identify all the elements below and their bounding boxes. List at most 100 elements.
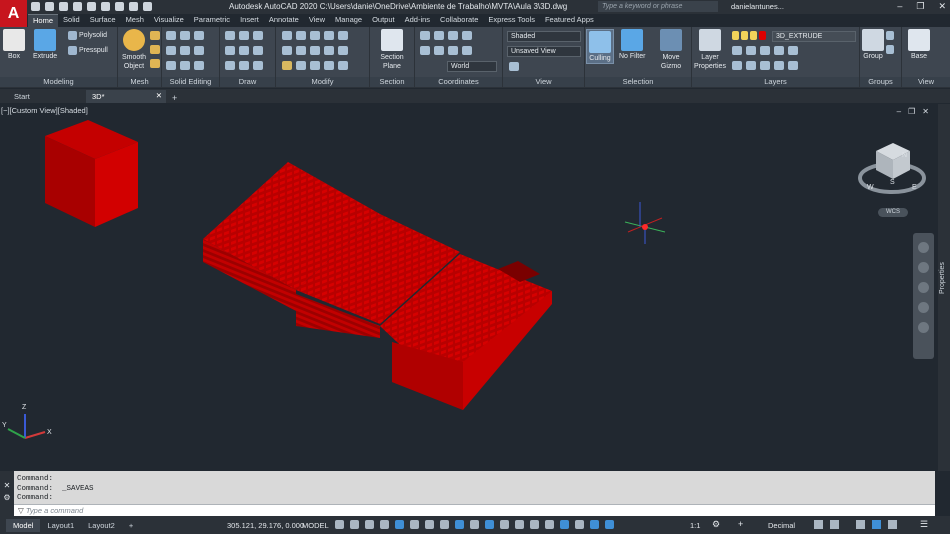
plot-icon[interactable] bbox=[115, 2, 124, 11]
polysolid-button[interactable]: Polysolid bbox=[68, 31, 107, 40]
fillet-edge-icon[interactable] bbox=[194, 61, 204, 70]
draw-group-title[interactable]: Draw bbox=[220, 77, 275, 87]
section-plane-button[interactable]: Section Plane bbox=[376, 29, 408, 71]
copy-icon[interactable] bbox=[310, 31, 320, 40]
undo-icon[interactable] bbox=[129, 2, 138, 11]
solid-editing-group-title[interactable]: Solid Editing bbox=[162, 77, 219, 87]
viewport-config-icon[interactable] bbox=[509, 62, 519, 71]
modeling-group-title[interactable]: Modeling bbox=[0, 77, 117, 87]
arc-icon[interactable] bbox=[239, 46, 249, 55]
tab-view[interactable]: View bbox=[304, 14, 330, 27]
section-group-title[interactable]: Section bbox=[370, 77, 414, 87]
line-icon[interactable] bbox=[225, 31, 235, 40]
intersect-icon[interactable] bbox=[166, 61, 176, 70]
modify-group-title[interactable]: Modify bbox=[276, 77, 369, 87]
ucs-world-icon[interactable] bbox=[420, 46, 430, 55]
new-icon[interactable] bbox=[31, 2, 40, 11]
polygon-icon[interactable] bbox=[225, 61, 235, 70]
workspace-gear-icon[interactable]: ⚙ bbox=[712, 519, 720, 530]
graphics-performance-icon[interactable] bbox=[830, 520, 839, 529]
command-prompt-icon[interactable]: ▽ bbox=[18, 506, 24, 515]
separate-icon[interactable] bbox=[194, 46, 204, 55]
customization-menu-icon[interactable]: ☰ bbox=[920, 519, 928, 530]
ucs-origin-icon[interactable] bbox=[434, 46, 444, 55]
imprint-icon[interactable] bbox=[180, 61, 190, 70]
tab-output[interactable]: Output bbox=[367, 14, 400, 27]
dynamic-input-icon[interactable] bbox=[380, 520, 389, 529]
rectangle-icon[interactable] bbox=[239, 61, 249, 70]
annotation-scale-icon[interactable] bbox=[590, 520, 599, 529]
align-icon[interactable] bbox=[282, 46, 292, 55]
3d-polyline-icon[interactable] bbox=[225, 46, 235, 55]
application-menu-button[interactable]: A bbox=[0, 0, 27, 27]
tab-insert[interactable]: Insert bbox=[235, 14, 264, 27]
isometric-icon[interactable] bbox=[425, 520, 434, 529]
layer-properties-button[interactable]: Layer Properties bbox=[694, 29, 726, 71]
new-tab-button[interactable]: + bbox=[172, 93, 177, 103]
close-command-icon[interactable]: ✕ bbox=[0, 481, 14, 490]
ucs-dropdown[interactable]: World bbox=[447, 61, 497, 72]
box-button[interactable]: Box bbox=[3, 29, 25, 60]
shell-icon[interactable] bbox=[194, 31, 204, 40]
3d-move-icon[interactable] bbox=[282, 31, 292, 40]
ucs-object-icon[interactable] bbox=[462, 46, 472, 55]
layer-unisolate-icon[interactable] bbox=[746, 61, 756, 70]
slice-icon[interactable] bbox=[180, 31, 190, 40]
tab-solid[interactable]: Solid bbox=[58, 14, 85, 27]
properties-palette[interactable]: Properties bbox=[938, 104, 950, 471]
current-layer-dropdown[interactable]: 3D_EXTRUDE bbox=[772, 31, 856, 42]
named-view-dropdown[interactable]: Unsaved View bbox=[507, 46, 581, 57]
close-tab-icon[interactable]: ✕ bbox=[156, 91, 162, 100]
array-icon[interactable] bbox=[338, 46, 348, 55]
annotation-monitor-icon[interactable]: + bbox=[738, 519, 743, 529]
mesh-smooth-more-icon[interactable] bbox=[150, 31, 160, 40]
coordinates-group-title[interactable]: Coordinates bbox=[415, 77, 502, 87]
selection-cycling-icon[interactable] bbox=[500, 520, 509, 529]
tab-3d-drawing[interactable]: 3D* ✕ bbox=[86, 90, 166, 103]
add-layout-button[interactable]: + bbox=[122, 519, 140, 532]
units-dropdown[interactable]: Decimal bbox=[768, 521, 795, 530]
viewport-close-icon[interactable]: ✕ bbox=[922, 107, 929, 116]
object-snap-tracking-icon[interactable] bbox=[440, 520, 449, 529]
showmotion-icon[interactable] bbox=[918, 322, 929, 333]
redo-icon[interactable] bbox=[143, 2, 152, 11]
drawing-viewport[interactable]: [−][Custom View][Shaded] – ❐ ✕ S W E N W… bbox=[0, 104, 950, 471]
base-view-group-title[interactable]: View bbox=[902, 77, 950, 87]
ucs-y-icon[interactable] bbox=[448, 31, 458, 40]
move-gizmo-button[interactable]: Move Gizmo bbox=[657, 29, 685, 71]
tab-layout1[interactable]: Layout1 bbox=[40, 519, 81, 532]
annotation-scale[interactable]: 1:1 bbox=[690, 521, 700, 530]
no-filter-button[interactable]: No Filter bbox=[619, 29, 645, 60]
annotation-visibility-icon[interactable] bbox=[575, 520, 584, 529]
open-icon[interactable] bbox=[45, 2, 54, 11]
search-input[interactable]: Type a keyword or phrase bbox=[598, 1, 718, 12]
auto-scale-icon[interactable] bbox=[605, 520, 614, 529]
fillet-icon[interactable] bbox=[282, 61, 292, 70]
layer-freeze-icon[interactable] bbox=[760, 46, 770, 55]
subtract-icon[interactable] bbox=[166, 46, 176, 55]
minimize-icon[interactable]: – bbox=[897, 1, 902, 12]
layers-group-title[interactable]: Layers bbox=[692, 77, 859, 87]
quick-properties-icon[interactable] bbox=[814, 520, 823, 529]
3d-rotate-icon[interactable] bbox=[296, 46, 306, 55]
viewcube-west[interactable]: W bbox=[867, 184, 874, 191]
snap-icon[interactable] bbox=[350, 520, 359, 529]
osnap-icon[interactable] bbox=[455, 520, 464, 529]
ucs-z-icon[interactable] bbox=[462, 31, 472, 40]
command-line-handle[interactable]: ✕ ⚙ bbox=[0, 471, 14, 516]
ortho-icon[interactable] bbox=[395, 520, 404, 529]
ellipse-icon[interactable] bbox=[253, 61, 263, 70]
ucs-gizmo[interactable] bbox=[624, 202, 666, 244]
mirror-icon[interactable] bbox=[338, 31, 348, 40]
extrude-button[interactable]: Extrude bbox=[33, 29, 57, 60]
lock-icon[interactable] bbox=[750, 31, 757, 40]
polar-icon[interactable] bbox=[410, 520, 419, 529]
ucs-icon[interactable] bbox=[420, 31, 430, 40]
view-group-title[interactable]: View bbox=[503, 77, 584, 87]
viewcube-south[interactable]: S bbox=[890, 179, 895, 186]
tab-home[interactable]: Home bbox=[28, 14, 59, 27]
pan-icon[interactable] bbox=[918, 262, 929, 273]
base-button[interactable]: Base bbox=[908, 29, 930, 60]
viewport-restore-icon[interactable]: ❐ bbox=[908, 107, 915, 116]
tab-express-tools[interactable]: Express Tools bbox=[483, 14, 540, 27]
